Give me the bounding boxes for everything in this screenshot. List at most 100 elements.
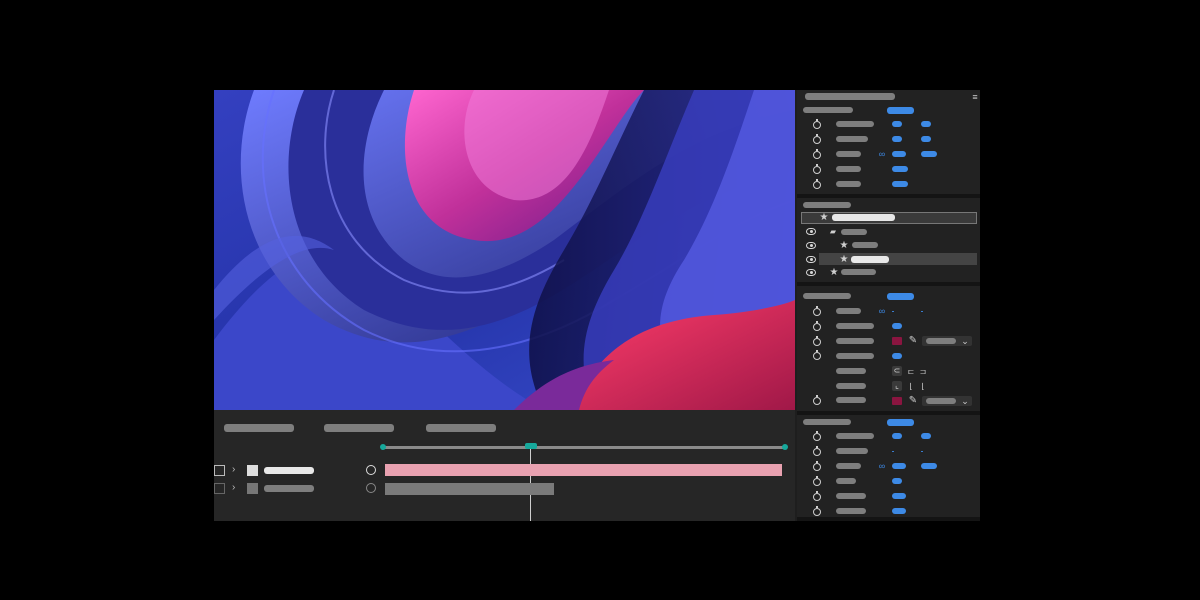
join-round-icon[interactable]: ⌊ [906,382,916,392]
blend-mode-dropdown[interactable]: ⌄ [922,336,972,346]
stroke-dropdown[interactable]: ⌄ [922,396,972,406]
value-field[interactable] [921,136,931,142]
value-field[interactable] [892,166,908,172]
section-header-transform[interactable] [803,107,853,113]
expand-chevron-icon[interactable]: › [232,483,235,493]
layer-name[interactable] [264,485,314,492]
playhead-handle[interactable] [525,443,537,449]
join-miter-button[interactable]: ⌞ [892,381,902,391]
stopwatch-icon[interactable] [813,336,821,346]
cap-round-button[interactable]: ⊂ [892,366,902,376]
layer-name[interactable] [264,467,314,474]
eyedropper-icon[interactable]: ✎ [908,336,918,346]
timeline-tab-2[interactable] [324,424,394,432]
lock-icon[interactable] [214,465,225,476]
value-field[interactable] [892,493,906,499]
layer-name[interactable] [841,229,867,235]
stopwatch-icon[interactable] [813,164,821,174]
color-swatch[interactable] [892,397,902,405]
value-field[interactable] [892,136,902,142]
stopwatch-icon[interactable] [813,506,821,516]
stopwatch-icon[interactable] [813,134,821,144]
work-area-start-handle[interactable] [380,444,386,450]
eye-icon[interactable] [806,228,816,235]
hamburger-menu-icon[interactable]: ≡ [970,92,980,102]
stopwatch-icon[interactable] [813,395,821,405]
expand-chevron-icon[interactable]: › [232,465,235,475]
stopwatch-icon[interactable] [813,476,821,486]
layer-clip-bar[interactable] [385,464,782,476]
canvas-viewer[interactable] [214,90,795,410]
stopwatch-icon[interactable] [813,321,821,331]
stopwatch-icon[interactable] [813,119,821,129]
value-field[interactable] [892,508,906,514]
cap-butt-icon[interactable]: ⊏ [906,367,916,377]
stopwatch-icon[interactable] [813,491,821,501]
link-icon[interactable]: ∞ [877,461,887,471]
value-field[interactable] [892,463,906,469]
layer-name[interactable] [841,269,876,275]
value-field[interactable] [892,311,894,312]
value-field[interactable] [892,451,894,452]
section-header-transform-2[interactable] [803,419,851,425]
eyedropper-icon[interactable]: ✎ [908,396,918,406]
link-icon[interactable]: ∞ [877,149,887,159]
property-label [836,323,874,329]
value-field[interactable] [892,323,902,329]
stopwatch-icon[interactable] [813,179,821,189]
eye-icon[interactable] [806,242,816,249]
property-label [836,478,856,484]
stopwatch-icon[interactable] [813,431,821,441]
section-header-appearance[interactable] [803,293,851,299]
cap-square-icon[interactable]: ⊐ [918,367,928,377]
value-field[interactable] [921,121,931,127]
visibility-checkbox[interactable] [214,483,225,494]
property-label [836,353,874,359]
section-divider [797,282,980,286]
timeline-tab-1[interactable] [224,424,294,432]
eye-icon[interactable] [806,256,816,263]
stopwatch-icon[interactable] [813,446,821,456]
property-label [836,166,861,172]
value-field[interactable] [892,478,902,484]
property-label [836,383,866,389]
join-bevel-icon[interactable]: ⌊ [918,382,928,392]
value-field[interactable] [892,181,908,187]
stopwatch-icon[interactable] [813,461,821,471]
value-field[interactable] [921,151,937,157]
value-field[interactable] [892,121,902,127]
layer-name[interactable] [832,214,895,221]
section-header-layers[interactable] [803,202,851,208]
stopwatch-icon[interactable] [813,149,821,159]
property-label [836,508,866,514]
value-field[interactable] [892,433,902,439]
value-field[interactable] [921,311,923,312]
time-ruler[interactable] [384,446,786,449]
layer-name[interactable] [852,242,878,248]
layer-name[interactable] [851,256,889,263]
value-field[interactable] [921,433,931,439]
value-field[interactable] [887,293,914,300]
stopwatch-icon[interactable] [813,350,821,360]
star-icon: ★ [819,212,829,223]
value-field[interactable] [921,463,937,469]
color-swatch[interactable] [892,337,902,345]
property-label [836,368,866,374]
viewer-artwork [214,90,795,410]
link-icon[interactable]: ∞ [877,306,887,316]
dropdown-value [926,398,956,404]
value-field[interactable] [887,419,914,426]
layer-clip-bar[interactable] [385,483,554,495]
timeline-tab-3[interactable] [426,424,496,432]
work-area-end-handle[interactable] [782,444,788,450]
value-field[interactable] [887,107,914,114]
solo-toggle-icon[interactable] [366,483,376,493]
value-field[interactable] [892,151,906,157]
solo-toggle-icon[interactable] [366,465,376,475]
eye-icon[interactable] [806,269,816,276]
timeline-panel: › › [214,410,795,521]
value-field[interactable] [921,451,923,452]
panel-title [805,93,895,100]
value-field[interactable] [892,353,902,359]
stopwatch-icon[interactable] [813,306,821,316]
